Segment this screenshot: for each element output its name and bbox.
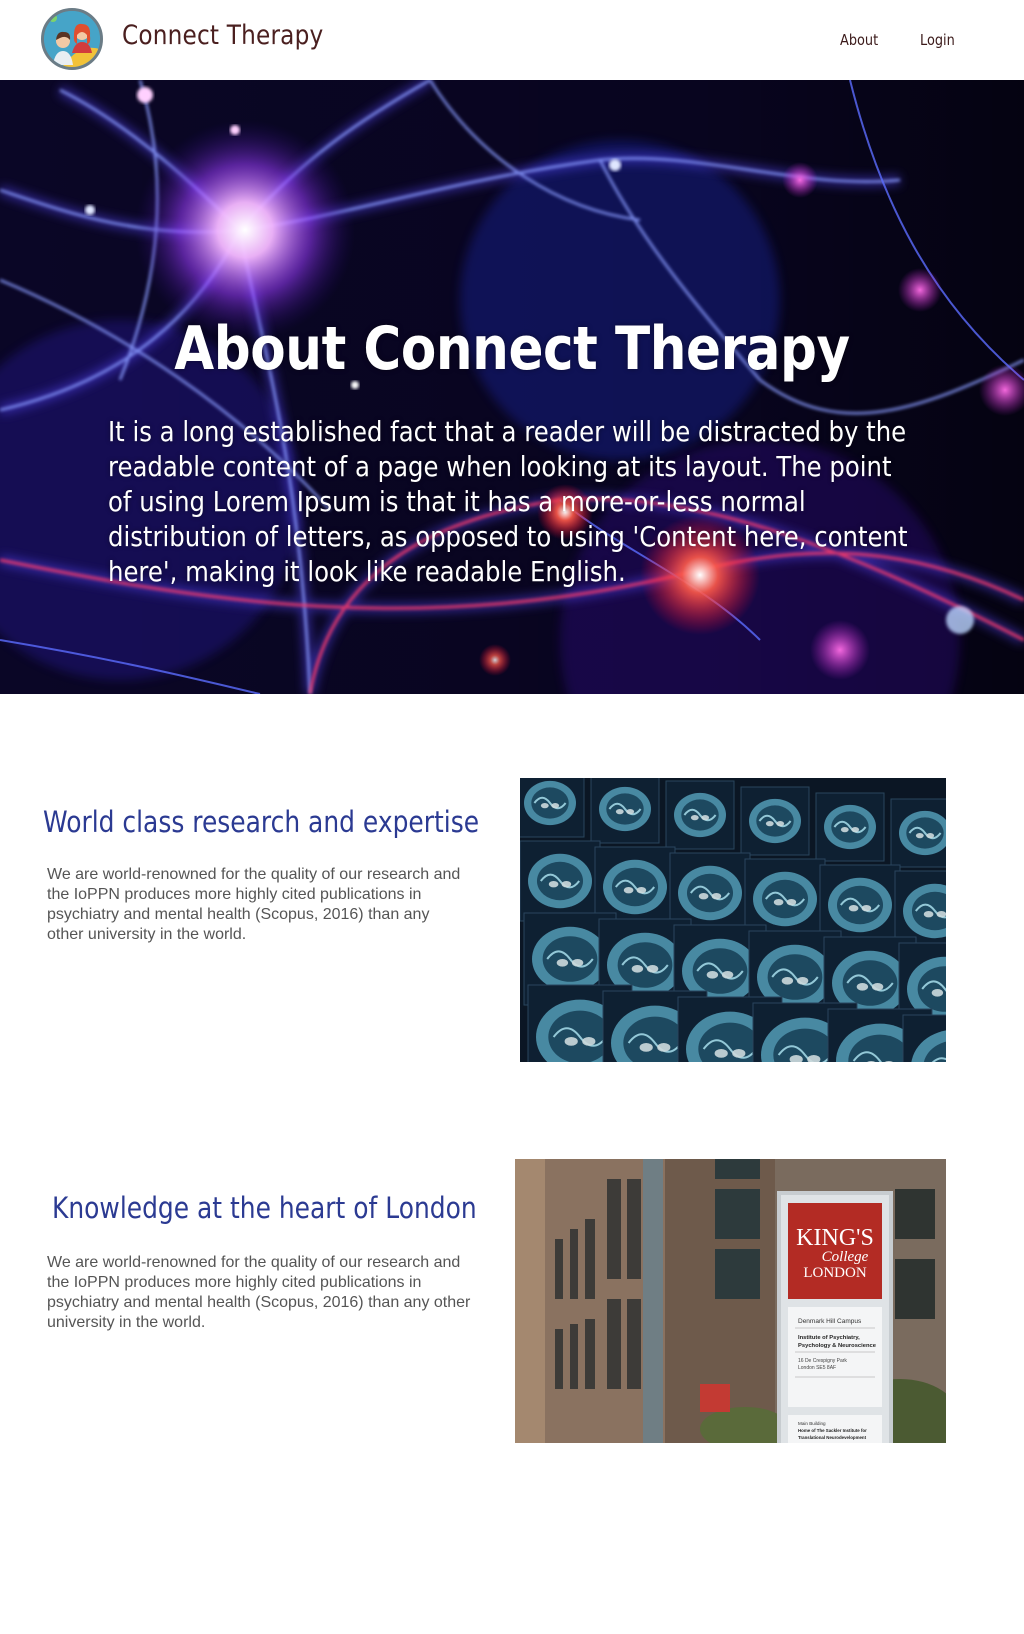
- section-title-research: World class research and expertise: [43, 805, 480, 839]
- hero-title: About Connect Therapy: [174, 314, 850, 384]
- section-title-london: Knowledge at the heart of London: [52, 1191, 477, 1225]
- section-text-research: We are world-renowned for the quality of…: [47, 866, 461, 943]
- sign-institute-line1: Institute of Psychiatry,: [798, 1335, 860, 1341]
- sign-building-line3: Translational Neurodevelopment: [798, 1435, 867, 1440]
- brand-name[interactable]: Connect Therapy: [122, 20, 323, 51]
- kings-college-sign-image: KING'S College LONDON Denmark Hill Campu…: [515, 1159, 946, 1443]
- section-text-london: We are world-renowned for the quality of…: [47, 1254, 471, 1331]
- sign-logo-line2: College: [822, 1249, 869, 1265]
- nav-login-link[interactable]: Login: [920, 31, 955, 49]
- site-header: Connect Therapy About Login: [0, 0, 1024, 80]
- sign-logo-line1: KING'S: [796, 1225, 874, 1251]
- brain-scan-image: [520, 778, 946, 1062]
- hero-description: It is a long established fact that a rea…: [108, 415, 908, 588]
- sign-building-line1: Main Building: [798, 1421, 826, 1426]
- sign-address-line2: London SE5 8AF: [798, 1365, 836, 1371]
- neuron-image: [0, 80, 1024, 694]
- sign-institute-line2: Psychology & Neuroscience: [798, 1343, 877, 1349]
- sign-address-line1: 16 De Crespigny Park: [798, 1358, 847, 1364]
- sign-logo-line3: LONDON: [803, 1265, 866, 1281]
- nav-about-link[interactable]: About: [840, 31, 878, 49]
- therapy-people-logo-icon[interactable]: [41, 8, 103, 70]
- sign-building-line2: Home of The Sackler Institute for: [798, 1428, 867, 1433]
- hero-banner: About Connect Therapy It is a long estab…: [0, 80, 1024, 694]
- sign-campus: Denmark Hill Campus: [798, 1318, 862, 1325]
